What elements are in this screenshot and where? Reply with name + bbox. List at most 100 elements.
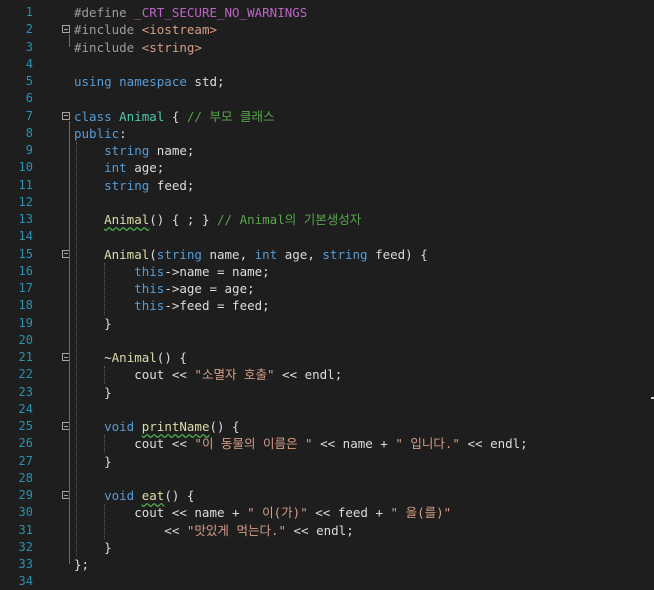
- line-number: 11: [18, 177, 33, 192]
- code-token: string: [74, 143, 157, 158]
- code-line[interactable]: 19 }: [0, 315, 654, 332]
- code-line[interactable]: 13 Animal() { ; } // Animal의 기본생성자: [0, 211, 654, 228]
- line-number: 17: [18, 281, 33, 295]
- code-line[interactable]: 22 cout << "소멸자 호출" << endl;: [0, 366, 654, 383]
- code-line[interactable]: 32 }: [0, 539, 654, 556]
- code-text: }: [74, 539, 112, 556]
- code-text: void printName() {: [74, 418, 240, 435]
- code-token: <iostream>: [141, 22, 217, 38]
- code-token: {: [164, 108, 187, 124]
- code-token: cout <<: [74, 436, 195, 452]
- indent-guide: [104, 366, 105, 384]
- line-number: 7: [25, 108, 33, 123]
- code-line[interactable]: 4: [0, 56, 654, 73]
- code-line[interactable]: 24: [0, 401, 654, 418]
- line-number: 27: [18, 453, 33, 468]
- code-token: };: [74, 557, 90, 572]
- code-line[interactable]: 17 this->age = age;: [0, 280, 654, 297]
- line-number: 14: [18, 229, 33, 244]
- code-line[interactable]: 28: [0, 470, 654, 487]
- code-token: eat: [141, 488, 165, 503]
- line-number: 23: [18, 384, 33, 399]
- code-line[interactable]: 16 this->name = name;: [0, 263, 654, 280]
- code-token: this: [134, 281, 165, 296]
- code-token: // Animal의 기본생성자: [217, 212, 362, 227]
- line-number: 13: [18, 212, 33, 226]
- code-token: int: [254, 246, 285, 262]
- code-line[interactable]: 8 public:: [0, 125, 654, 142]
- code-text: string feed;: [74, 177, 194, 194]
- code-line[interactable]: 29 void eat() {: [0, 487, 654, 504]
- code-token: string: [322, 246, 376, 262]
- code-line[interactable]: 9 string name;: [0, 142, 654, 159]
- code-token: << feed +: [307, 505, 391, 521]
- code-line[interactable]: 30 cout << name + " 이(가)" << feed + " 을(…: [0, 504, 654, 521]
- code-token: age;: [134, 160, 165, 176]
- code-text: int age;: [74, 159, 164, 176]
- line-number: 4: [25, 56, 33, 71]
- code-line[interactable]: 14: [0, 228, 654, 245]
- line-number: 1: [25, 5, 33, 19]
- code-line[interactable]: 2 #include <iostream>: [0, 21, 654, 38]
- code-line[interactable]: 31 << "맛있게 먹는다." << endl;: [0, 522, 654, 539]
- fold-toggle-icon[interactable]: [62, 111, 70, 120]
- line-number: 19: [18, 315, 33, 330]
- line-number: 28: [18, 470, 33, 485]
- code-line[interactable]: 10 int age;: [0, 159, 654, 176]
- outline-bar: [69, 120, 70, 564]
- code-line[interactable]: 20: [0, 332, 654, 349]
- code-token: ->feed = feed;: [164, 298, 270, 314]
- code-token: ~: [74, 350, 112, 365]
- code-token: void: [104, 419, 142, 434]
- code-line[interactable]: 33};: [0, 556, 654, 573]
- code-text: string name;: [74, 142, 194, 159]
- code-line[interactable]: 3 #include <string>: [0, 39, 654, 56]
- code-token: class: [74, 108, 120, 124]
- line-number: 20: [18, 332, 33, 347]
- code-token: printName: [141, 419, 210, 434]
- code-line[interactable]: 25 void printName() {: [0, 418, 654, 435]
- code-text: cout << "이 동물의 이름은 " << name + " 입니다." <…: [74, 435, 528, 452]
- indent-guide: [104, 262, 105, 315]
- code-line[interactable]: 23 }: [0, 384, 654, 401]
- code-text: void eat() {: [74, 487, 194, 504]
- code-line[interactable]: 5 using namespace std;: [0, 73, 654, 90]
- code-editor[interactable]: 1 #define _CRT_SECURE_NO_WARNINGS 2 #includ…: [0, 0, 654, 590]
- code-line[interactable]: 11 string feed;: [0, 177, 654, 194]
- line-number: 15: [18, 246, 33, 261]
- code-token: () {: [209, 419, 240, 434]
- code-text: #include <string>: [74, 39, 202, 56]
- code-token: <string>: [141, 39, 202, 55]
- line-number: 5: [25, 74, 33, 88]
- code-line[interactable]: 18 this->feed = feed;: [0, 297, 654, 314]
- code-line[interactable]: 15 Animal(string name, int age, string f…: [0, 246, 654, 263]
- code-token: :: [119, 125, 127, 141]
- code-line[interactable]: 1 #define _CRT_SECURE_NO_WARNINGS: [0, 4, 654, 21]
- code-token: std;: [194, 74, 225, 89]
- code-line[interactable]: 7 class Animal { // 부모 클래스: [0, 108, 654, 125]
- line-number: 21: [18, 350, 33, 364]
- code-token: this: [134, 298, 165, 314]
- code-token: << name +: [312, 436, 396, 452]
- code-token: " 이(가)": [247, 505, 308, 521]
- fold-toggle-icon[interactable]: [62, 25, 70, 34]
- code-line[interactable]: 26 cout << "이 동물의 이름은 " << name + " 입니다.…: [0, 435, 654, 452]
- code-text: using namespace std;: [74, 73, 225, 90]
- code-line[interactable]: 12: [0, 194, 654, 211]
- code-line[interactable]: 6: [0, 90, 654, 107]
- line-number: 18: [18, 298, 33, 313]
- code-token: name;: [156, 143, 195, 158]
- code-line[interactable]: 27 }: [0, 453, 654, 470]
- code-line[interactable]: 21 ~Animal() {: [0, 349, 654, 366]
- code-token: Animal: [104, 246, 150, 262]
- code-token: <<: [74, 522, 187, 538]
- line-number: 12: [18, 194, 33, 209]
- line-number: 31: [18, 522, 33, 537]
- code-line[interactable]: 34: [0, 573, 654, 590]
- code-token: using: [74, 74, 120, 89]
- code-token: Animal: [104, 212, 150, 227]
- code-token: feed) {: [375, 246, 428, 262]
- code-token: int: [74, 160, 135, 176]
